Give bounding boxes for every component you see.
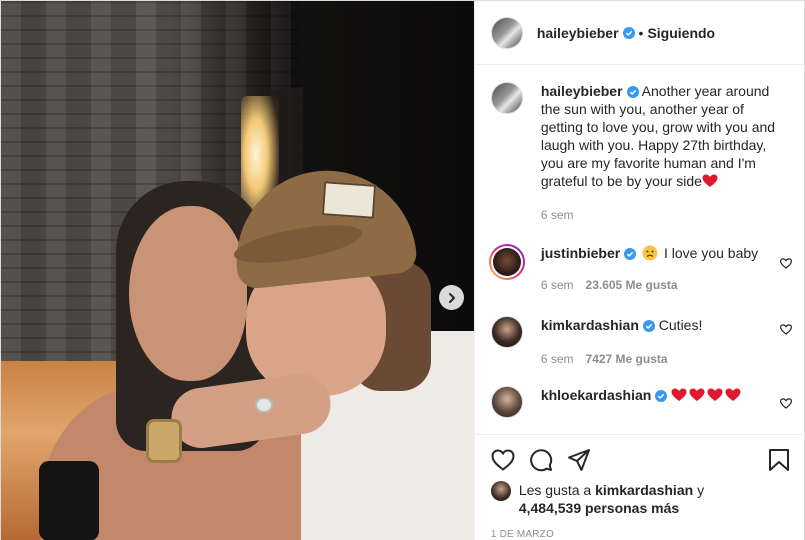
comment-item: kimkardashian Cuties! 6 sem 7427 Me gusta	[490, 294, 792, 368]
comment-text: I love you baby	[663, 245, 759, 261]
woman-face	[129, 206, 247, 381]
author-username[interactable]: haileybieber	[537, 25, 619, 41]
bookmark-icon	[768, 449, 789, 471]
liker-avatar[interactable]	[490, 481, 511, 501]
comment-avatar-ring[interactable]	[488, 244, 525, 280]
separator-dot: •	[638, 24, 644, 41]
comment-text: Cuties!	[658, 317, 703, 333]
comment-meta: 6 sem 7427 Me gusta	[541, 350, 781, 368]
instagram-post-modal: haileybieber • Siguiendo haileybieber An…	[0, 0, 805, 540]
likes-count[interactable]: 4,484,539 personas más	[519, 500, 679, 516]
like-comment-icon[interactable]	[779, 398, 792, 409]
frown-emoji-icon	[642, 245, 658, 261]
verified-icon	[642, 320, 655, 332]
next-photo-button[interactable]	[439, 285, 464, 310]
post-photo[interactable]	[1, 1, 474, 540]
comment-item: khloekardashian	[490, 368, 792, 418]
caption-avatar[interactable]	[490, 82, 523, 114]
caption: haileybieber Another year around the sun…	[490, 66, 790, 224]
share-button[interactable]	[567, 448, 591, 472]
liker-username[interactable]: kimkardashian	[595, 482, 693, 498]
chevron-right-icon	[448, 292, 455, 303]
post-date[interactable]: 1 DE MARZO	[491, 529, 790, 540]
comment-time[interactable]: 6 sem	[541, 278, 574, 292]
post-side-panel: haileybieber • Siguiendo haileybieber An…	[473, 1, 805, 540]
like-button[interactable]	[491, 449, 515, 471]
comment-username[interactable]: justinbieber	[541, 245, 620, 261]
caption-time: 6 sem	[540, 208, 574, 222]
likes-connector: y	[697, 482, 705, 498]
engagement-ring	[255, 397, 273, 413]
red-heart-icon	[702, 174, 718, 187]
comment-avatar	[492, 248, 521, 276]
comment-item: justinbieber I love you baby 6 sem 23.605…	[488, 224, 792, 294]
verified-icon	[655, 390, 668, 402]
verified-icon	[624, 248, 637, 260]
red-heart-icon	[671, 388, 687, 401]
author-avatar[interactable]	[490, 16, 523, 49]
red-heart-icon	[707, 388, 723, 401]
comments-list[interactable]: haileybieber Another year around the sun…	[475, 66, 805, 434]
wrist-watch	[146, 419, 182, 463]
likes-summary: Les gusta a kimkardashian y 4,484,539 pe…	[490, 481, 790, 517]
comment-likes[interactable]: 23.605 Me gusta	[586, 278, 678, 292]
comment-time[interactable]: 6 sem	[541, 352, 574, 366]
red-heart-icon	[725, 388, 741, 401]
verified-icon	[626, 86, 639, 98]
likes-text: Les gusta a kimkardashian y 4,484,539 pe…	[519, 481, 704, 517]
save-button[interactable]	[768, 448, 790, 472]
comment-avatar[interactable]	[490, 316, 523, 348]
comment-icon	[530, 449, 552, 472]
post-action-bar: Les gusta a kimkardashian y 4,484,539 pe…	[474, 434, 805, 540]
heart-outline-icon	[491, 449, 515, 471]
following-button[interactable]: Siguiendo	[647, 25, 715, 41]
comment-avatar[interactable]	[490, 386, 523, 418]
comment-likes[interactable]: 7427 Me gusta	[586, 352, 668, 366]
comment-hearts	[671, 387, 743, 403]
like-comment-icon[interactable]	[779, 324, 792, 335]
comment-meta: 6 sem 23.605 Me gusta	[541, 276, 781, 294]
red-heart-icon	[689, 388, 705, 401]
dress-strap	[39, 461, 99, 540]
comment-username[interactable]: khloekardashian	[541, 387, 652, 403]
like-comment-icon[interactable]	[779, 258, 792, 269]
share-icon	[567, 449, 590, 471]
cap-patch	[321, 181, 377, 219]
post-header: haileybieber • Siguiendo	[474, 1, 804, 65]
comment-username[interactable]: kimkardashian	[541, 317, 639, 333]
caption-username[interactable]: haileybieber	[541, 83, 623, 99]
likes-prefix: Les gusta a	[518, 482, 592, 498]
comment-button[interactable]	[529, 448, 553, 472]
verified-icon	[622, 26, 635, 39]
action-icons	[491, 435, 790, 485]
